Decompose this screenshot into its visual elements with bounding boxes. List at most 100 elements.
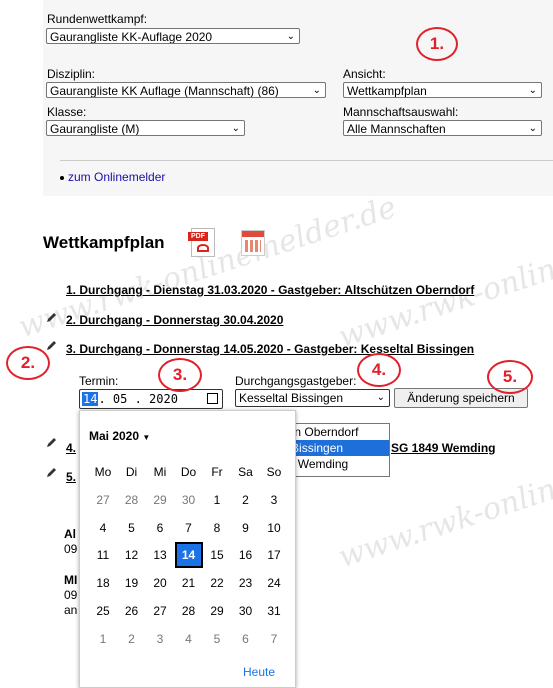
- calendar-icon[interactable]: [241, 230, 265, 256]
- mannschaft-label: Mannschaftsauswahl:: [343, 105, 459, 119]
- durchgang-2-link[interactable]: 2. Durchgang - Donnerstag 30.04.2020: [66, 313, 283, 327]
- calendar-day-other-month[interactable]: 2: [120, 628, 144, 650]
- chevron-down-icon: ⌄: [376, 392, 385, 403]
- calendar-day[interactable]: 4: [91, 517, 115, 539]
- durchgang-4-link[interactable]: 4.: [66, 441, 76, 455]
- calendar-day-other-month[interactable]: 6: [234, 628, 258, 650]
- calendar-day[interactable]: 11: [91, 544, 115, 566]
- calendar-day[interactable]: 3: [262, 489, 286, 511]
- calendar-day-selected[interactable]: 14: [174, 542, 203, 569]
- calendar-day[interactable]: 23: [234, 572, 258, 594]
- disziplin-label: Disziplin:: [47, 67, 96, 81]
- chevron-down-icon: ⌄: [231, 123, 240, 134]
- calendar-day[interactable]: 13: [148, 544, 172, 566]
- weekday-header: Fr: [211, 465, 223, 479]
- calendar-day-other-month[interactable]: 5: [205, 628, 229, 650]
- chevron-down-icon: ⌄: [312, 85, 321, 96]
- pencil-icon[interactable]: [46, 339, 58, 351]
- durchgang-5-link[interactable]: 5.: [66, 470, 76, 484]
- rundenwettkampf-select[interactable]: Gaurangliste KK-Auflage 2020 ⌄: [46, 28, 300, 44]
- pdf-icon[interactable]: PDF: [188, 228, 215, 257]
- calendar-day[interactable]: 25: [91, 600, 115, 622]
- calendar-day[interactable]: 22: [205, 572, 229, 594]
- ansicht-label: Ansicht:: [343, 67, 386, 81]
- calendar-day[interactable]: 12: [120, 544, 144, 566]
- today-button[interactable]: Heute: [243, 665, 275, 679]
- calendar-day-other-month[interactable]: 3: [148, 628, 172, 650]
- weekday-header: Mi: [153, 465, 167, 479]
- gastgeber-label: Durchgangsgastgeber:: [235, 374, 357, 388]
- calendar-day[interactable]: 30: [234, 600, 258, 622]
- mannschaft-select[interactable]: Alle Mannschaften ⌄: [343, 120, 542, 136]
- chevron-down-icon: ⌄: [528, 123, 537, 134]
- durchgang-3-link[interactable]: 3. Durchgang - Donnerstag 14.05.2020 - G…: [66, 342, 474, 356]
- calendar-day[interactable]: 19: [120, 572, 144, 594]
- background-text: MI: [64, 573, 78, 587]
- calendar-day[interactable]: 18: [91, 572, 115, 594]
- calendar-day[interactable]: 26: [120, 600, 144, 622]
- callout-badge: 4.: [357, 353, 401, 387]
- calendar-day[interactable]: 29: [205, 600, 229, 622]
- calendar-day[interactable]: 27: [148, 600, 172, 622]
- calendar-day[interactable]: 5: [120, 517, 144, 539]
- calendar-day[interactable]: 7: [177, 517, 201, 539]
- online-link[interactable]: zum Onlinemelder: [68, 170, 165, 184]
- durchgang-4-link-rest[interactable]: SG 1849 Wemding: [391, 441, 495, 455]
- calendar-day[interactable]: 24: [262, 572, 286, 594]
- calendar-day[interactable]: 21: [177, 572, 201, 594]
- calendar-day[interactable]: 8: [205, 517, 229, 539]
- calendar-day-other-month[interactable]: 28: [120, 489, 144, 511]
- disziplin-select[interactable]: Gaurangliste KK Auflage (Mannschaft) (86…: [46, 82, 326, 98]
- termin-date-input[interactable]: 14. 05 . 2020: [79, 389, 223, 409]
- weekday-header: Di: [125, 465, 138, 479]
- gastgeber-select[interactable]: Kesseltal Bissingen ⌄: [235, 389, 390, 407]
- pencil-icon[interactable]: [46, 466, 58, 478]
- durchgang-1-link[interactable]: 1. Durchgang - Dienstag 31.03.2020 - Gas…: [66, 283, 474, 297]
- weekday-header: Do: [180, 465, 197, 479]
- date-picker-popup: Mai 2020 ▼ Mo Di Mi Do Fr Sa So 27 28 29 30 1 2 3 4 5 6 7…: [79, 410, 296, 688]
- weekday-header: Mo: [94, 465, 112, 479]
- callout-badge: 1.: [416, 27, 458, 61]
- calendar-day[interactable]: 28: [177, 600, 201, 622]
- calendar-day-other-month[interactable]: 7: [262, 628, 286, 650]
- calendar-day[interactable]: 9: [234, 517, 258, 539]
- calendar-day[interactable]: 31: [262, 600, 286, 622]
- pencil-icon[interactable]: [46, 311, 58, 323]
- calendar-day[interactable]: 1: [205, 489, 229, 511]
- background-text: Al: [64, 527, 76, 541]
- callout-badge: 5.: [487, 360, 533, 394]
- calendar-day[interactable]: 15: [205, 544, 229, 566]
- calendar-day[interactable]: 2: [234, 489, 258, 511]
- bullet-icon: [60, 176, 64, 180]
- calendar-day-other-month[interactable]: 30: [177, 489, 201, 511]
- calendar-day[interactable]: 10: [262, 517, 286, 539]
- callout-badge: 2.: [6, 346, 50, 380]
- page-title: Wettkampfplan: [43, 233, 165, 252]
- divider: [60, 160, 553, 161]
- calendar-day-other-month[interactable]: 1: [91, 628, 115, 650]
- calendar-day[interactable]: 17: [262, 544, 286, 566]
- callout-badge: 3.: [158, 358, 202, 392]
- calendar-day[interactable]: 20: [148, 572, 172, 594]
- klasse-label: Klasse:: [47, 105, 87, 119]
- calendar-day[interactable]: 6: [148, 517, 172, 539]
- caret-down-icon: ▼: [142, 433, 151, 442]
- rundenwettkampf-label: Rundenwettkampf:: [47, 12, 148, 26]
- background-text: 09: [64, 588, 78, 602]
- month-selector[interactable]: Mai 2020 ▼: [89, 429, 150, 443]
- ansicht-select[interactable]: Wettkampfplan ⌄: [343, 82, 542, 98]
- pencil-icon[interactable]: [46, 436, 58, 448]
- calendar-day-other-month[interactable]: 27: [91, 489, 115, 511]
- calendar-day-other-month[interactable]: 4: [177, 628, 201, 650]
- background-text: 09: [64, 542, 78, 556]
- background-text: an: [64, 603, 78, 617]
- chevron-down-icon: ⌄: [528, 85, 537, 96]
- klasse-select[interactable]: Gaurangliste (M) ⌄: [46, 120, 245, 136]
- calendar-picker-icon[interactable]: [207, 393, 218, 404]
- calendar-day[interactable]: 16: [234, 544, 258, 566]
- weekday-header: Sa: [238, 465, 253, 479]
- calendar-day-other-month[interactable]: 29: [148, 489, 172, 511]
- weekday-header: So: [266, 465, 282, 479]
- chevron-down-icon: ⌄: [286, 31, 295, 42]
- termin-label: Termin:: [79, 374, 119, 388]
